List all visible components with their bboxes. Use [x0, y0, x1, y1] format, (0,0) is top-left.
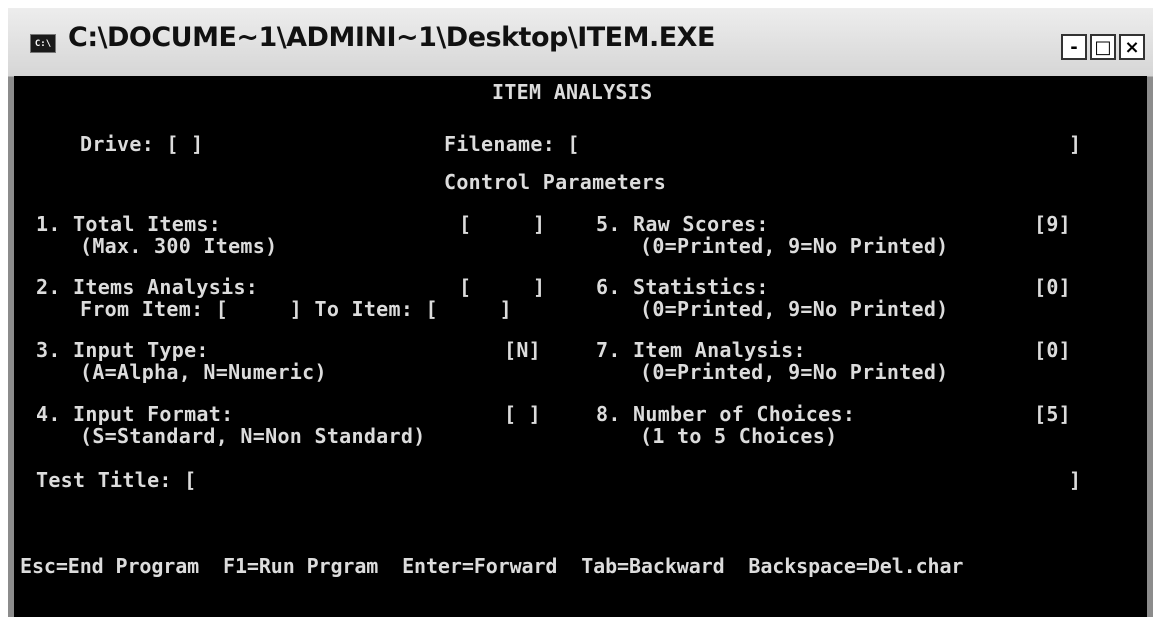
param-hint: (0=Printed, 9=No Printed) [640, 297, 949, 321]
close-button[interactable]: × [1119, 34, 1145, 60]
param-label: 3. Input Type: [36, 338, 209, 362]
input-type-field[interactable]: [N] [504, 338, 541, 362]
choices-field[interactable]: [5] [1034, 402, 1071, 426]
param-label: 1. Total Items: [36, 212, 222, 236]
title-bar[interactable]: C:\ C:\DOCUME~1\ADMINI~1\Desktop\ITEM.EX… [8, 8, 1153, 77]
console-window: C:\ C:\DOCUME~1\ADMINI~1\Desktop\ITEM.EX… [8, 8, 1153, 617]
window-title: C:\DOCUME~1\ADMINI~1\Desktop\ITEM.EXE [68, 22, 715, 53]
input-format-field[interactable]: [ ] [504, 402, 541, 426]
minimize-button[interactable]: - [1061, 34, 1087, 60]
item-analysis-field[interactable]: [0] [1034, 338, 1071, 362]
param-label: 4. Input Format: [36, 402, 234, 426]
total-items-field[interactable]: [ ] [459, 212, 545, 236]
param-label: 6. Statistics: [596, 275, 769, 299]
console-screen[interactable]: ITEM ANALYSIS Drive: [ ] Filename: [ ] C… [14, 76, 1147, 617]
statistics-field[interactable]: [0] [1034, 275, 1071, 299]
param-label: 2. Items Analysis: [36, 275, 259, 299]
screen-heading: ITEM ANALYSIS [492, 80, 653, 104]
test-title-field-end: ] [1069, 468, 1082, 492]
param-hint: (1 to 5 Choices) [640, 424, 838, 448]
items-analysis-field[interactable]: [ ] [459, 275, 545, 299]
param-label: 8. Number of Choices: [596, 402, 856, 426]
param-label: 5. Raw Scores: [596, 212, 769, 236]
test-title-field[interactable]: Test Title: [ [36, 468, 196, 492]
drive-field[interactable]: Drive: [ ] [80, 132, 203, 156]
filename-field-end: ] [1069, 132, 1082, 156]
raw-scores-field[interactable]: [9] [1034, 212, 1071, 236]
item-range-fields[interactable]: From Item: [ ] To Item: [ ] [80, 297, 512, 321]
maximize-button[interactable]: □ [1090, 34, 1116, 60]
param-hint: (S=Standard, N=Non Standard) [80, 424, 426, 448]
param-hint: (Max. 300 Items) [80, 234, 278, 258]
section-title: Control Parameters [444, 170, 667, 194]
param-hint: (A=Alpha, N=Numeric) [80, 360, 327, 384]
param-label: 7. Item Analysis: [596, 338, 806, 362]
param-hint: (0=Printed, 9=No Printed) [640, 360, 949, 384]
key-help-bar: Esc=End Program F1=Run Prgram Enter=Forw… [20, 554, 964, 578]
console-icon[interactable]: C:\ [30, 34, 56, 53]
filename-field[interactable]: Filename: [ [444, 132, 580, 156]
param-hint: (0=Printed, 9=No Printed) [640, 234, 949, 258]
